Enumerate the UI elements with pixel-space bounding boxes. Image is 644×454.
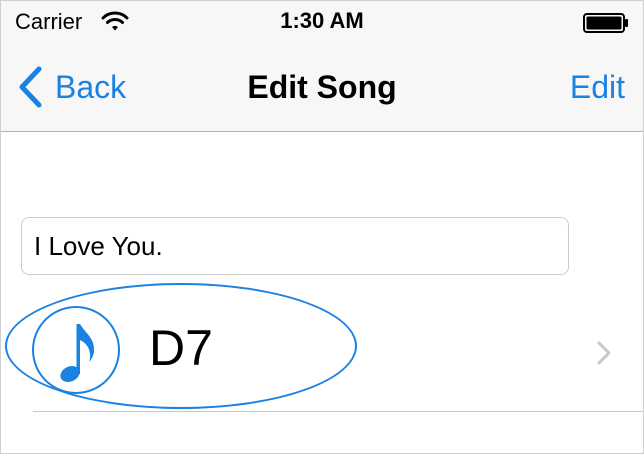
page-title: Edit Song <box>247 69 397 105</box>
chord-label: D7 <box>149 320 213 376</box>
navigation-bar: Back Edit Song Edit <box>1 43 643 132</box>
chord-row[interactable]: D7 <box>1 283 643 411</box>
status-time: 1:30 AM <box>280 8 364 33</box>
battery-icon <box>583 13 628 33</box>
chevron-right-icon <box>597 341 611 365</box>
song-title-field[interactable] <box>21 217 569 275</box>
app-screen: Carrier 1:30 AM Back Edit Song Edit I Lo… <box>0 0 644 454</box>
row-separator <box>33 411 643 412</box>
edit-button[interactable]: Edit <box>570 69 625 106</box>
status-bar: Carrier 1:30 AM <box>1 1 643 43</box>
music-note-icon <box>32 306 120 394</box>
